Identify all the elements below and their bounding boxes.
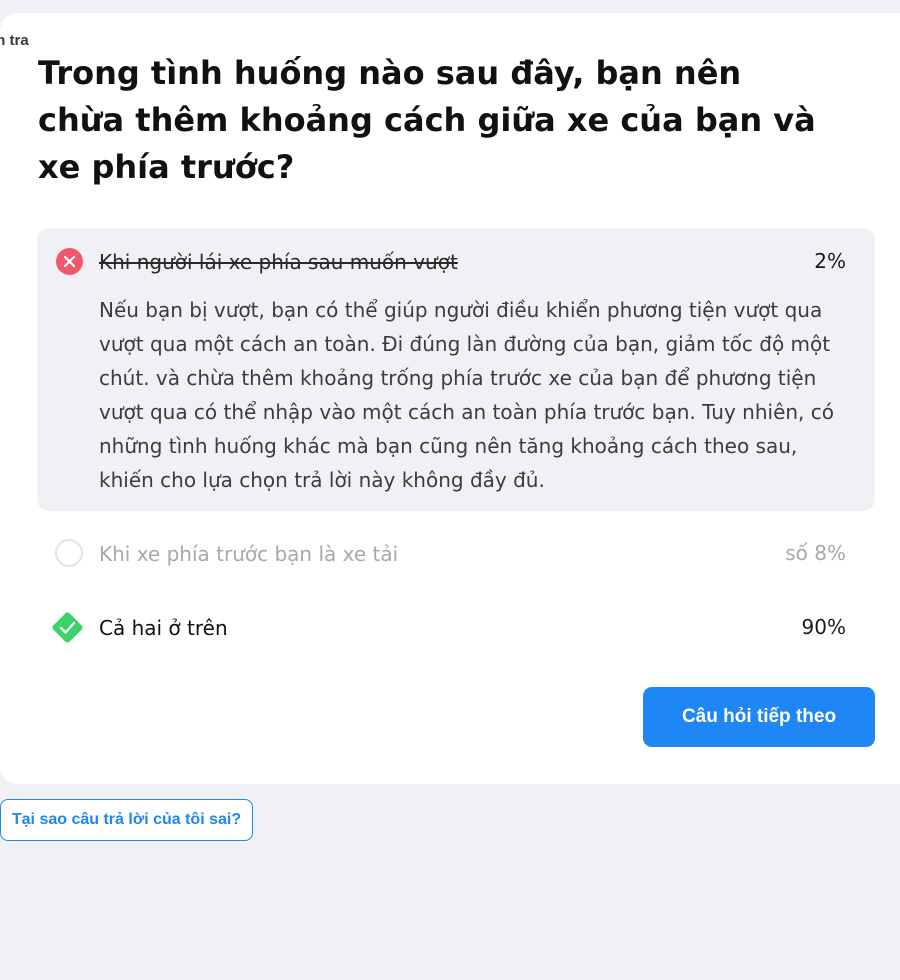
question-text: Trong tình huống nào sau đây, bạn nên ch… <box>38 54 816 186</box>
answer-percent-3: 90% <box>801 615 846 639</box>
answer-explanation: Nếu bạn bị vượt, bạn có thể giúp người đ… <box>99 298 834 492</box>
answer-label-3[interactable]: Cả hai ở trên <box>99 616 228 640</box>
answer-percent-2: số 8% <box>785 541 846 565</box>
check-icon <box>49 609 86 646</box>
why-wrong-button[interactable]: Tại sao câu trả lời của tôi sai? <box>0 799 253 841</box>
answer-label-2[interactable]: Khi xe phía trước bạn là xe tải <box>99 542 398 566</box>
answer-label-1: Khi người lái xe phía sau muốn vượt <box>99 250 458 274</box>
radio-empty-icon[interactable] <box>55 539 83 567</box>
quiz-header-label: m tra <box>0 32 29 49</box>
next-question-button[interactable]: Câu hỏi tiếp theo <box>643 687 875 747</box>
x-icon <box>56 248 83 275</box>
answer-percent-1: 2% <box>814 249 846 273</box>
